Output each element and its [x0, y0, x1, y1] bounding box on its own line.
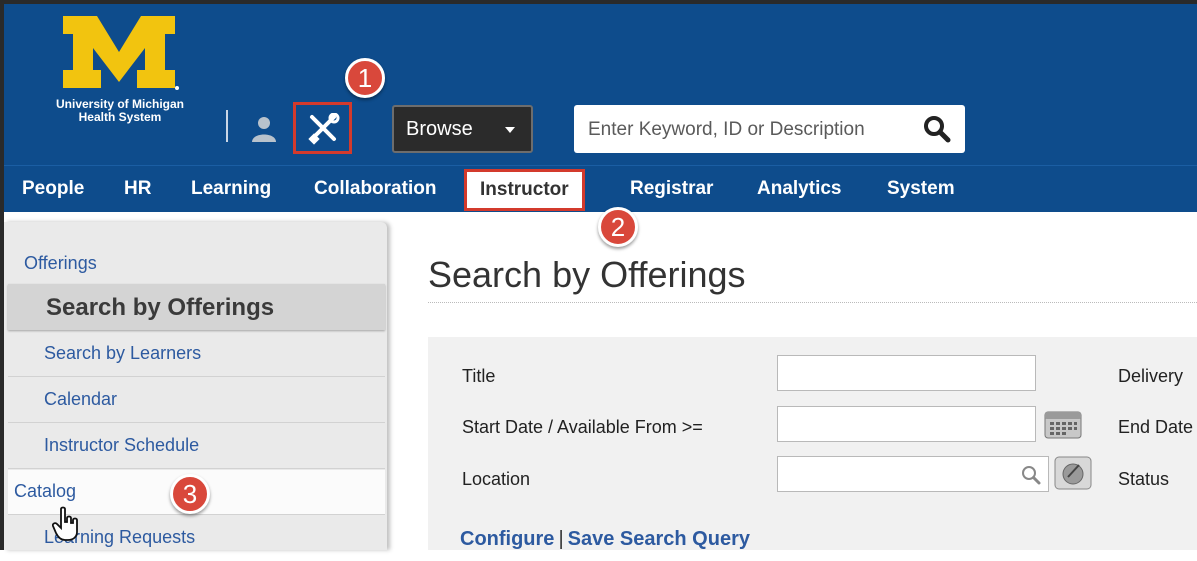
search-input[interactable]	[586, 113, 920, 147]
sidebar-item-calendar[interactable]: Calendar	[8, 378, 385, 423]
nav-hr[interactable]: HR	[124, 166, 151, 212]
delivery-label: Delivery	[1118, 366, 1184, 386]
start-date-input[interactable]	[777, 406, 1036, 442]
save-search-query-link[interactable]: Save Search Query	[568, 528, 750, 550]
link-separator: |	[558, 528, 564, 550]
callout-badge-1: 1	[345, 58, 385, 98]
configure-link[interactable]: Configure	[460, 528, 554, 550]
page-title: Search by Offerings	[428, 254, 746, 295]
university-logo-m[interactable]	[59, 12, 179, 92]
callout-badge-3: 3	[170, 474, 210, 514]
location-input[interactable]	[777, 456, 1049, 492]
sidebar-current-item[interactable]: Search by Offerings	[8, 284, 385, 330]
callout-badge-2: 2	[598, 207, 638, 247]
search-icon[interactable]	[1020, 464, 1042, 486]
browse-button[interactable]: Browse	[392, 105, 533, 153]
search-icon[interactable]	[923, 115, 951, 143]
status-label: Status	[1118, 469, 1170, 489]
hand-pointer-icon	[52, 506, 78, 541]
logo-text: University of Michigan Health System	[55, 97, 185, 124]
sidebar-item-search-by-learners[interactable]: Search by Learners	[8, 332, 385, 377]
nav-learning[interactable]: Learning	[191, 166, 271, 212]
nav-system[interactable]: System	[887, 166, 955, 212]
sidebar-item-instructor-schedule[interactable]: Instructor Schedule	[8, 424, 385, 469]
search-box	[574, 105, 965, 153]
nav-collaboration[interactable]: Collaboration	[314, 166, 436, 212]
clear-location-icon[interactable]	[1053, 455, 1093, 491]
tools-icon	[308, 113, 340, 145]
start-date-label: Start Date / Available From >=	[462, 417, 703, 437]
nav-analytics[interactable]: Analytics	[757, 166, 841, 212]
nav-registrar[interactable]: Registrar	[630, 166, 713, 212]
title-input[interactable]	[777, 355, 1036, 391]
title-divider	[428, 302, 1197, 303]
nav-instructor[interactable]: Instructor	[464, 169, 585, 211]
title-label: Title	[462, 366, 496, 386]
person-icon[interactable]	[249, 114, 279, 144]
admin-tools-button[interactable]	[293, 102, 352, 154]
header: University of Michigan Health System Bro…	[4, 4, 1197, 165]
header-divider	[226, 110, 228, 142]
main-nav: People HR Learning Collaboration Instruc…	[4, 165, 1197, 212]
end-date-label: End Date	[1118, 417, 1194, 437]
form-footer-links: Configure | Save Search Query	[460, 528, 750, 551]
location-label: Location	[462, 469, 531, 489]
chevron-down-icon	[505, 127, 515, 133]
nav-people[interactable]: People	[22, 166, 84, 212]
sidebar-offerings-link[interactable]: Offerings	[24, 253, 97, 274]
calendar-icon[interactable]	[1043, 408, 1083, 440]
